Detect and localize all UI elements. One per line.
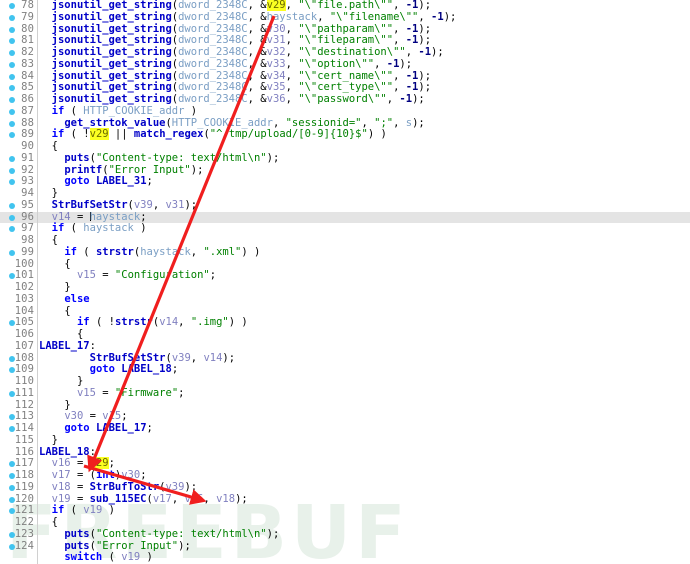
code-line[interactable]: 102 } [0,281,690,294]
line-number: 110 [14,375,34,387]
breakpoint-dot-icon[interactable] [9,3,15,9]
code-line[interactable]: 114 goto LABEL_17; [0,422,690,435]
line-gutter[interactable]: 94 [0,187,37,200]
breakpoint-dot-icon[interactable] [9,50,15,56]
line-gutter[interactable]: 111 [0,386,37,400]
line-gutter[interactable]: 87 [0,104,37,118]
line-number: 91 [21,151,34,164]
line-gutter[interactable]: 78 [0,0,37,12]
code-line-text[interactable]: if ( !v29 || match_regex("^/tmp/upload/[… [39,128,387,141]
breakpoint-dot-icon[interactable] [9,214,15,221]
line-gutter[interactable]: 98 [0,234,37,247]
line-gutter[interactable]: 102 [0,281,37,294]
code-line[interactable]: 105 if ( !strstr(v14, ".img") ) [0,316,690,329]
line-gutter[interactable]: 95 [0,198,37,212]
line-gutter[interactable]: 83 [0,57,37,71]
line-gutter[interactable]: 107 [0,339,37,353]
breakpoint-dot-icon[interactable] [9,38,15,45]
line-number: 123 [14,527,34,540]
line-gutter[interactable]: 122 [0,516,37,529]
code-line[interactable]: 101 v15 = "Configuration"; [0,269,690,282]
code-line[interactable]: 109 goto LABEL_18; [0,363,690,376]
line-number: 82 [21,46,34,58]
code-line[interactable]: 106 { [0,328,690,341]
breakpoint-dot-icon[interactable] [9,249,15,256]
line-number: 95 [21,198,34,211]
line-gutter[interactable]: 123 [0,527,37,541]
code-line[interactable]: 121 if ( v19 ) [0,504,690,517]
line-number: 106 [14,328,34,340]
code-line-text[interactable]: if ( strstr(haystack, ".xml") ) [39,246,260,259]
line-number: 111 [14,386,34,399]
code-line[interactable]: switch ( v19 ) [0,551,690,564]
breakpoint-dot-icon[interactable] [9,97,15,103]
breakpoint-dot-icon[interactable] [9,73,15,80]
line-gutter[interactable]: 103 [0,292,37,306]
line-number: 115 [14,433,34,446]
decompiler-window: FREEBUF 78 jsonutil_get_string(dword_234… [0,0,690,564]
code-line-text[interactable]: switch ( v19 ) [39,551,153,564]
line-gutter[interactable] [0,552,37,564]
code-line[interactable]: 97 if ( haystack ) [0,222,690,235]
breakpoint-dot-icon[interactable] [9,108,15,115]
line-gutter[interactable]: 119 [0,480,37,494]
line-number: 94 [21,187,34,199]
breakpoint-dot-icon[interactable] [9,202,15,209]
breakpoint-dot-icon[interactable] [9,120,15,127]
code-line[interactable]: 89 if ( !v29 || match_regex("^/tmp/uploa… [0,128,690,141]
line-number: 79 [21,10,34,23]
breakpoint-dot-icon[interactable] [9,167,15,174]
line-number: 83 [21,57,34,70]
line-number: 118 [14,469,34,481]
line-number: 90 [21,140,34,152]
line-number: 86 [21,93,34,105]
line-number: 99 [21,245,34,258]
line-gutter[interactable]: 99 [0,245,37,259]
breakpoint-dot-icon[interactable] [9,179,15,186]
code-listing[interactable]: 78 jsonutil_get_string(dword_2348C, &v29… [0,0,690,564]
line-number: 103 [14,292,34,305]
code-line[interactable]: 115 } [0,433,690,447]
line-number: 98 [21,234,34,246]
line-number: 87 [21,104,34,117]
code-line[interactable]: 111 v15 = "Firmware"; [0,386,690,400]
line-gutter[interactable]: 91 [0,151,37,165]
line-number: 114 [14,422,34,434]
code-line[interactable]: 99 if ( strstr(haystack, ".xml") ) [0,245,690,259]
code-line[interactable]: 103 else [0,292,690,306]
line-number: 78 [21,0,34,11]
breakpoint-dot-icon[interactable] [9,26,15,33]
line-gutter[interactable]: 86 [0,93,37,106]
line-number: 124 [14,539,34,552]
line-gutter[interactable]: 110 [0,375,37,388]
breakpoint-dot-icon[interactable] [9,61,15,68]
gutter-separator [37,0,38,564]
line-number: 122 [14,516,34,528]
line-gutter[interactable]: 82 [0,46,37,59]
breakpoint-dot-icon[interactable] [9,155,15,162]
line-number: 119 [14,480,34,493]
breakpoint-dot-icon[interactable] [9,85,15,92]
line-gutter[interactable]: 106 [0,328,37,341]
code-line[interactable]: 93 goto LABEL_31; [0,175,690,188]
line-number: 102 [14,281,34,293]
line-gutter[interactable]: 79 [0,10,37,24]
line-gutter[interactable]: 114 [0,422,37,435]
line-gutter[interactable]: 115 [0,433,37,447]
line-gutter[interactable]: 90 [0,140,37,153]
line-gutter[interactable]: 124 [0,539,37,553]
line-number: 107 [14,339,34,352]
breakpoint-dot-icon[interactable] [9,132,15,139]
line-gutter[interactable]: 118 [0,469,37,482]
breakpoint-dot-icon[interactable] [9,226,15,233]
breakpoint-dot-icon[interactable] [9,14,15,21]
